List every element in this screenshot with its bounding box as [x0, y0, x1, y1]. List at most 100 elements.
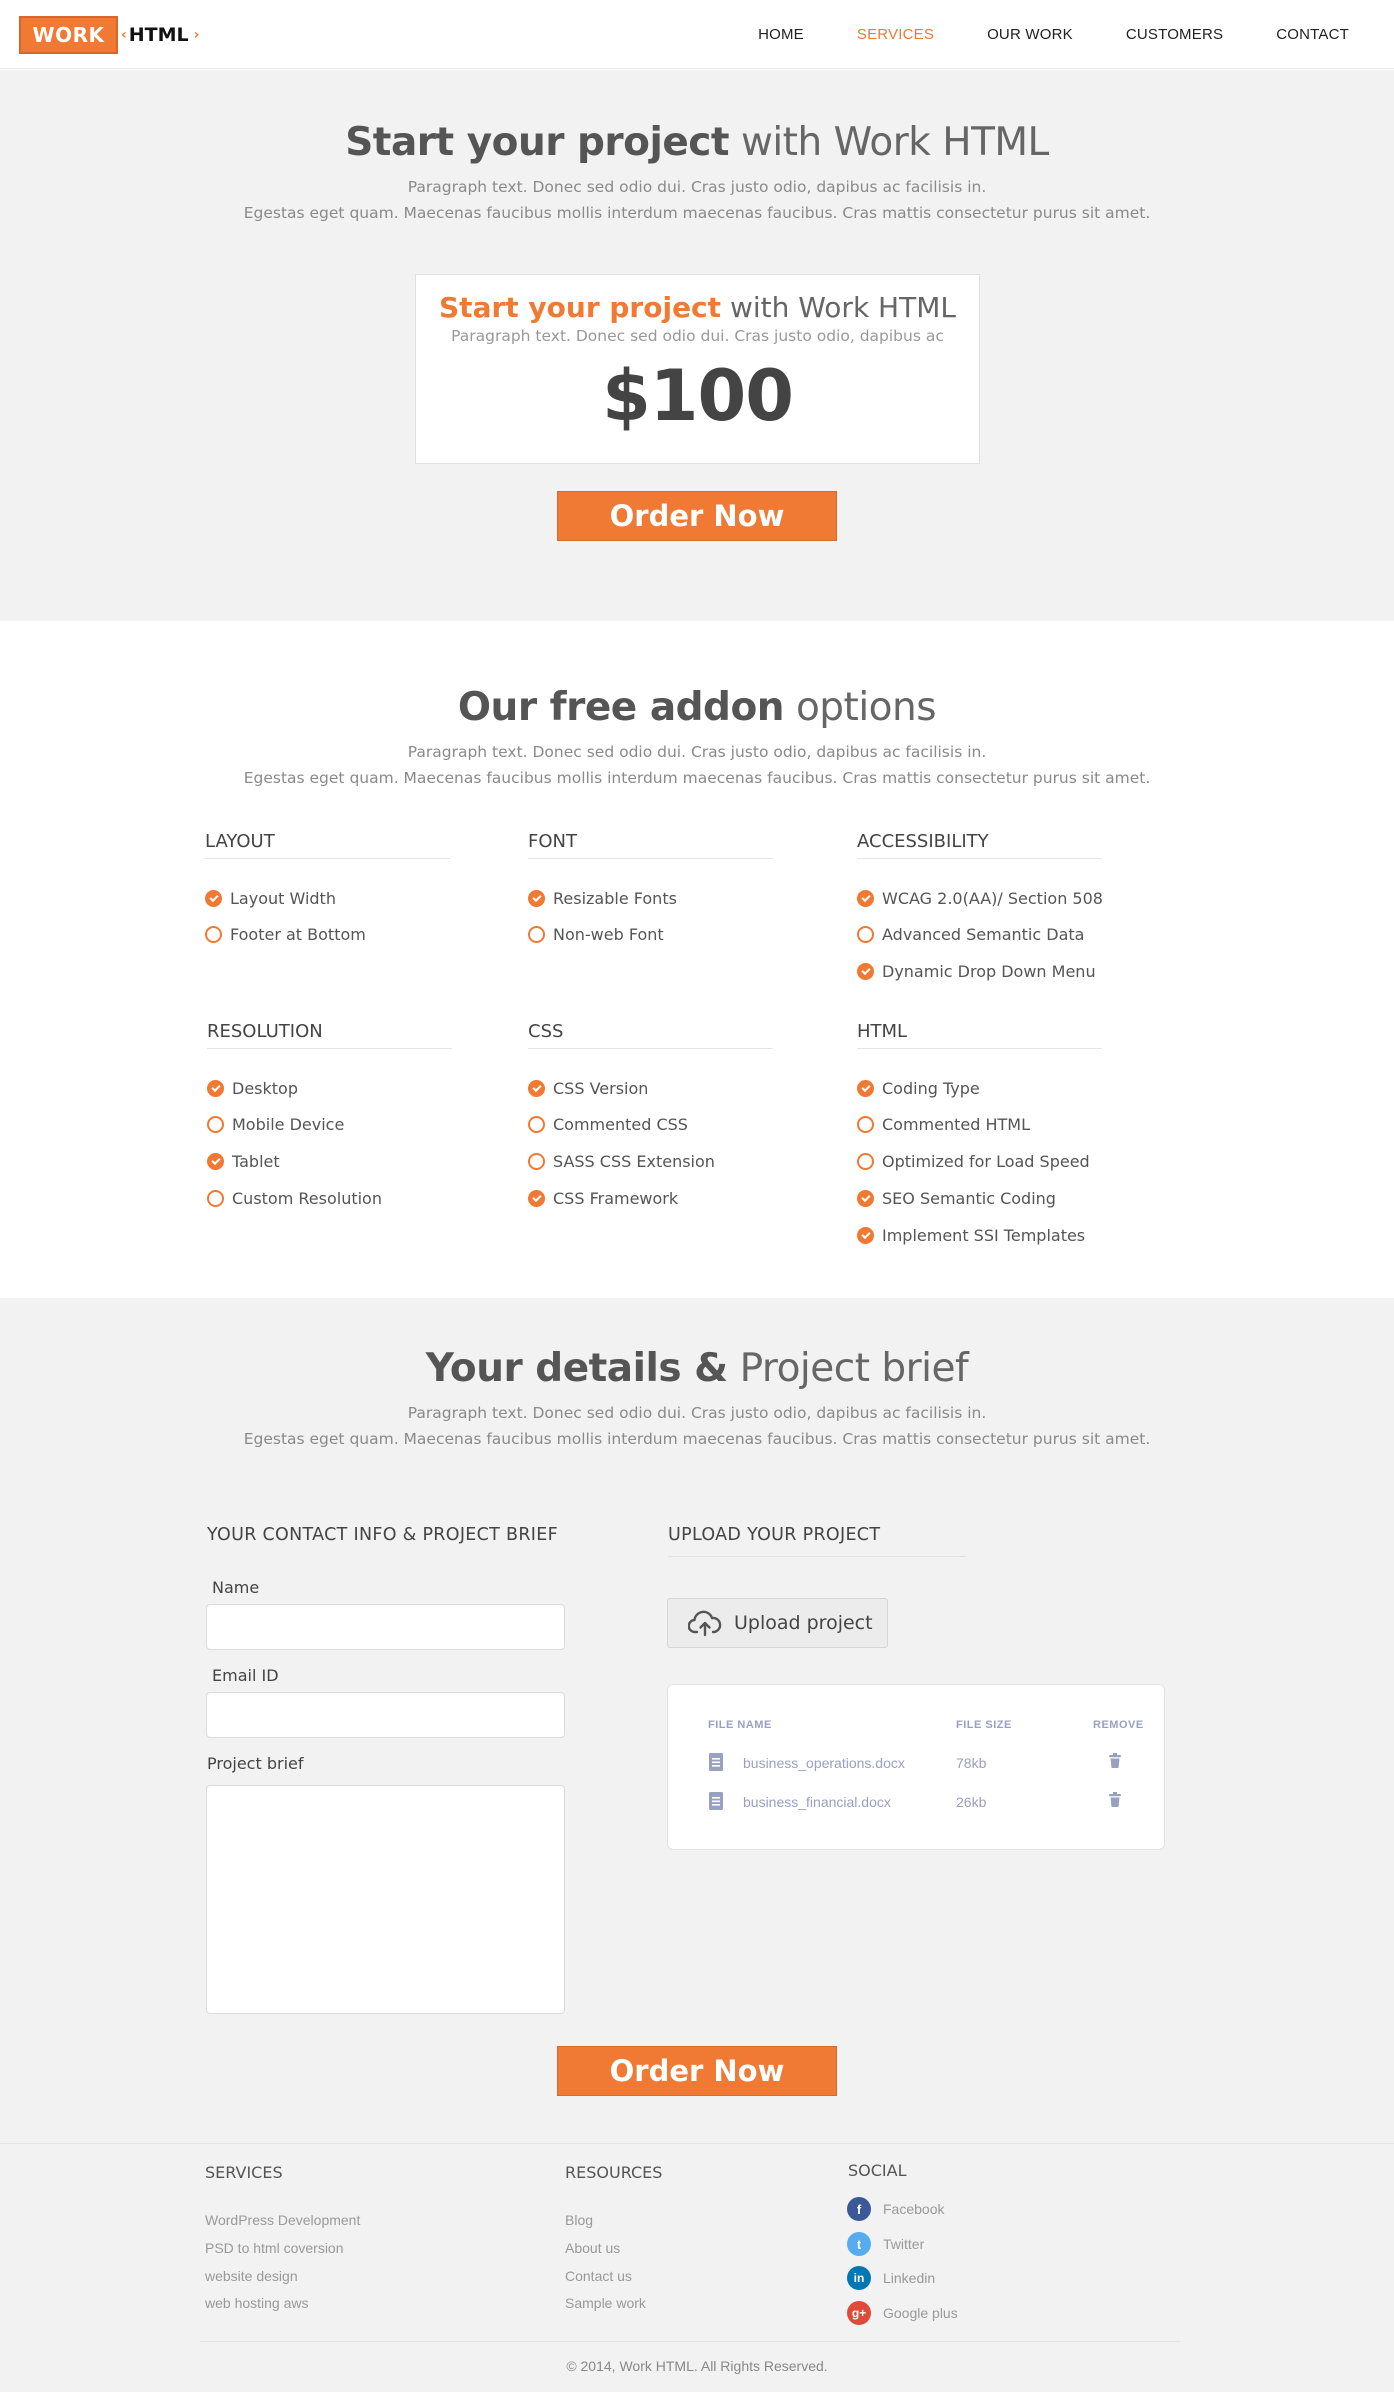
nav-services[interactable]: SERVICES [857, 26, 934, 43]
option-label: Resizable Fonts [553, 889, 677, 908]
email-input[interactable] [206, 1692, 565, 1738]
unchecked-icon [207, 1190, 224, 1207]
option-sass-css-extension[interactable]: SASS CSS Extension [528, 1152, 715, 1171]
hero-paragraph-line-1: Paragraph text. Donec sed odio dui. Cras… [407, 178, 987, 196]
option-css-version[interactable]: CSS Version [528, 1079, 648, 1098]
upload-project-label: Upload project [734, 1612, 873, 1634]
social-linkedin[interactable]: in Linkedin [847, 2266, 935, 2290]
details-paragraph: Paragraph text. Donec sed odio dui. Cras… [0, 1400, 1394, 1452]
trash-icon[interactable] [1108, 1792, 1122, 1808]
file-row: business_financial.docx 26kb [668, 1791, 1164, 1815]
facebook-icon: f [847, 2197, 871, 2221]
details-title-bold: Your details & [425, 1346, 728, 1391]
unchecked-icon [528, 1153, 545, 1170]
footer-social-heading: SOCIAL [848, 2161, 907, 2180]
option-label: WCAG 2.0(AA)/ Section 508 [882, 889, 1103, 908]
option-commented-html[interactable]: Commented HTML [857, 1115, 1030, 1134]
option-layout-width[interactable]: Layout Width [205, 889, 336, 908]
footer-link-psd-to-html[interactable]: PSD to html coversion [205, 2240, 344, 2256]
option-css-framework[interactable]: CSS Framework [528, 1189, 678, 1208]
file-size: 78kb [956, 1755, 987, 1771]
option-mobile-device[interactable]: Mobile Device [207, 1115, 344, 1134]
option-seo-semantic-coding[interactable]: SEO Semantic Coding [857, 1189, 1056, 1208]
social-label: Google plus [883, 2305, 958, 2321]
option-label: Footer at Bottom [230, 925, 366, 944]
option-label: Dynamic Drop Down Menu [882, 962, 1096, 981]
addons-title-light: options [795, 685, 937, 730]
option-label: SEO Semantic Coding [882, 1189, 1056, 1208]
option-custom-resolution[interactable]: Custom Resolution [207, 1189, 382, 1208]
social-label: Facebook [883, 2201, 945, 2217]
hero-title-light: with Work HTML [740, 120, 1049, 165]
option-label: Tablet [232, 1152, 280, 1171]
social-label: Twitter [883, 2236, 925, 2252]
footer-link-website-design[interactable]: website design [205, 2268, 298, 2284]
option-commented-css[interactable]: Commented CSS [528, 1115, 688, 1134]
logo-bracket-left-icon: ‹ [121, 27, 127, 43]
option-dynamic-drop-down-menu[interactable]: Dynamic Drop Down Menu [857, 962, 1096, 981]
option-tablet[interactable]: Tablet [207, 1152, 280, 1171]
addons-paragraph-line-2: Egestas eget quam. Maecenas faucibus mol… [243, 769, 1151, 787]
logo-work-badge: WORK [19, 16, 118, 54]
footer-link-about-us[interactable]: About us [565, 2240, 620, 2256]
footer-link-wordpress-development[interactable]: WordPress Development [205, 2212, 360, 2228]
unchecked-icon [528, 1116, 545, 1133]
google-plus-icon: g+ [847, 2301, 871, 2325]
email-label: Email ID [212, 1666, 279, 1685]
option-desktop[interactable]: Desktop [207, 1079, 298, 1098]
file-name[interactable]: business_financial.docx [743, 1794, 891, 1810]
addon-group-layout-title: LAYOUT [205, 831, 450, 859]
checked-icon [207, 1153, 224, 1170]
addons-paragraph: Paragraph text. Donec sed odio dui. Cras… [0, 739, 1394, 791]
nav-contact[interactable]: CONTACT [1276, 26, 1349, 43]
order-now-button-bottom[interactable]: Order Now [557, 2046, 837, 2096]
footer-services-heading: SERVICES [205, 2163, 283, 2182]
details-paragraph-line-2: Egestas eget quam. Maecenas faucibus mol… [243, 1430, 1151, 1448]
option-label: Layout Width [230, 889, 336, 908]
unchecked-icon [857, 926, 874, 943]
social-google-plus[interactable]: g+ Google plus [847, 2301, 958, 2325]
addon-group-accessibility-title: ACCESSIBILITY [857, 831, 1102, 859]
option-advanced-semantic-data[interactable]: Advanced Semantic Data [857, 925, 1084, 944]
option-label: Mobile Device [232, 1115, 345, 1134]
checked-icon [205, 890, 222, 907]
nav-our-work[interactable]: OUR WORK [987, 26, 1073, 43]
option-label: SASS CSS Extension [553, 1152, 715, 1171]
order-now-button-top[interactable]: Order Now [557, 491, 837, 541]
name-input[interactable] [206, 1604, 565, 1650]
footer-link-web-hosting-aws[interactable]: web hosting aws [205, 2295, 309, 2311]
trash-icon[interactable] [1108, 1753, 1122, 1769]
footer-link-sample-work[interactable]: Sample work [565, 2295, 646, 2311]
checked-icon [857, 890, 874, 907]
details-paragraph-line-1: Paragraph text. Donec sed odio dui. Cras… [407, 1404, 987, 1422]
option-label: Custom Resolution [232, 1189, 382, 1208]
footer-link-blog[interactable]: Blog [565, 2212, 593, 2228]
project-brief-textarea[interactable] [206, 1785, 565, 2014]
file-name[interactable]: business_operations.docx [743, 1755, 905, 1771]
nav-home[interactable]: HOME [758, 26, 804, 43]
hero-title: Start your project with Work HTML [0, 120, 1394, 165]
option-non-web-font[interactable]: Non-web Font [528, 925, 664, 944]
social-twitter[interactable]: t Twitter [847, 2232, 924, 2256]
social-facebook[interactable]: f Facebook [847, 2197, 944, 2221]
uploaded-files-table: FILE NAME FILE SIZE REMOVE business_oper… [667, 1684, 1165, 1850]
logo[interactable]: WORK ‹ HTML › [19, 16, 199, 54]
nav-customers[interactable]: CUSTOMERS [1126, 26, 1223, 43]
option-wcag[interactable]: WCAG 2.0(AA)/ Section 508 [857, 889, 1103, 908]
copyright-text: © 2014, Work HTML. All Rights Reserved. [566, 2358, 828, 2374]
option-coding-type[interactable]: Coding Type [857, 1079, 980, 1098]
option-label: Optimized for Load Speed [882, 1152, 1090, 1171]
option-optimized-load-speed[interactable]: Optimized for Load Speed [857, 1152, 1090, 1171]
contact-info-heading: YOUR CONTACT INFO & PROJECT BRIEF [207, 1525, 558, 1545]
option-implement-ssi-templates[interactable]: Implement SSI Templates [857, 1226, 1085, 1245]
unchecked-icon [207, 1116, 224, 1133]
footer-link-contact-us[interactable]: Contact us [565, 2268, 632, 2284]
checked-icon [528, 890, 545, 907]
addons-paragraph-line-1: Paragraph text. Donec sed odio dui. Cras… [407, 743, 987, 761]
option-resizable-fonts[interactable]: Resizable Fonts [528, 889, 677, 908]
addon-group-html-title: HTML [857, 1021, 1102, 1049]
hero-title-bold: Start your project [345, 120, 730, 165]
addon-group-font-title: FONT [528, 831, 773, 859]
upload-project-button[interactable]: Upload project [667, 1598, 888, 1648]
option-footer-at-bottom[interactable]: Footer at Bottom [205, 925, 366, 944]
